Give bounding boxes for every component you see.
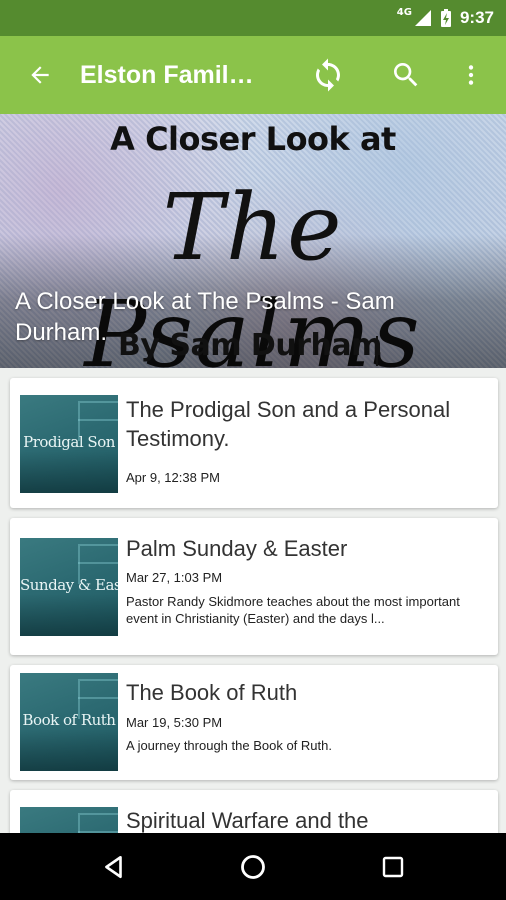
nav-back-button[interactable] [84, 833, 144, 900]
nav-home-button[interactable] [223, 833, 283, 900]
item-title: Spiritual Warfare and the [126, 808, 369, 833]
thumbnail-image: Book of Ruth [20, 673, 118, 771]
item-title: The Prodigal Son and a Personal Testimon… [126, 397, 451, 451]
item-title: The Book of Ruth [126, 680, 298, 705]
more-vert-icon [468, 65, 474, 85]
search-icon [394, 63, 418, 87]
item-date: Apr 9, 12:38 PM [126, 470, 220, 485]
signal-icon [414, 10, 431, 26]
refresh-button[interactable] [293, 36, 363, 114]
list-item[interactable]: Book of Ruth The Book of Ruth Mar 19, 5:… [10, 665, 498, 780]
list-item[interactable]: Prodigal Son The Prodigal Son and a Pers… [10, 378, 498, 508]
item-title: Palm Sunday & Easter [126, 536, 348, 561]
thumbnail-image: Prodigal Son [20, 395, 118, 493]
item-date: Mar 19, 5:30 PM [126, 715, 223, 730]
list-item[interactable]: Spiritual Warfare and the [10, 790, 498, 833]
search-button[interactable] [371, 36, 441, 114]
navigation-bar [0, 833, 506, 900]
nav-recents-button[interactable] [363, 833, 423, 900]
nav-recents-icon [382, 856, 404, 877]
item-description: Pastor Randy Skidmore teaches about the … [126, 594, 460, 626]
network-type: 4G [396, 6, 412, 18]
thumbnail-label: Sunday & Easter [20, 576, 118, 594]
hero-caption: A Closer Look at The Psalms - Sam Durham… [15, 288, 395, 346]
more-options-button[interactable] [441, 36, 501, 114]
thumbnail-image [20, 807, 118, 833]
clock: 9:37 [459, 8, 494, 27]
status-bar: 4G 9:37 [0, 0, 506, 36]
item-date: Mar 27, 1:03 PM [126, 570, 223, 585]
refresh-icon [316, 58, 340, 92]
hero-banner: A Closer Look at The Psalms By Sam Durha… [0, 114, 506, 368]
thumbnail-label: Book of Ruth [22, 711, 116, 729]
app-bar: Elston Famil… [0, 36, 506, 114]
thumbnail-image: Sunday & Easter [20, 538, 118, 636]
list-item[interactable]: Sunday & Easter Palm Sunday & Easter Mar… [10, 518, 498, 655]
nav-back-icon [105, 855, 122, 878]
thumbnail-label: Prodigal Son [23, 433, 115, 451]
battery-charging-icon [440, 9, 451, 27]
sermon-list: Prodigal Son The Prodigal Son and a Pers… [0, 368, 506, 833]
nav-home-icon [241, 854, 265, 879]
back-button[interactable] [0, 36, 80, 114]
item-description: A journey through the Book of Ruth. [126, 738, 332, 753]
arrow-left-icon [31, 66, 49, 84]
hero-title-small: A Closer Look at [110, 120, 396, 158]
app-title: Elston Famil… [80, 60, 254, 89]
